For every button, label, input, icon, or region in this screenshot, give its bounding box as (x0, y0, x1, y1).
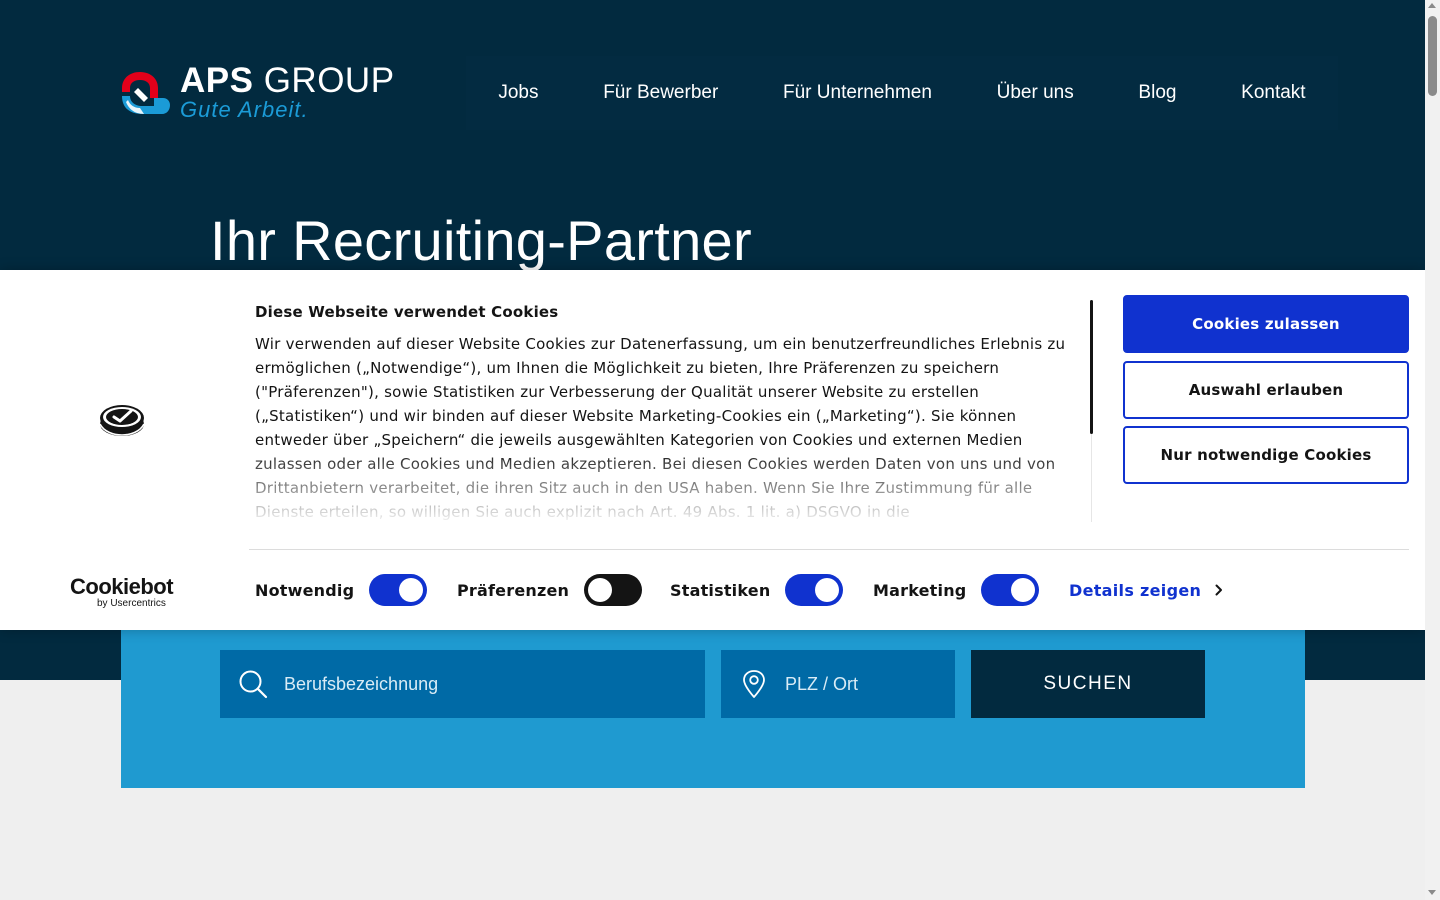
location-input[interactable] (785, 673, 955, 695)
nav-item-fuer-unternehmen[interactable]: Für Unternehmen (783, 82, 932, 104)
location-pin-icon (743, 670, 765, 698)
nav-item-jobs[interactable]: Jobs (498, 82, 538, 104)
scroll-up-arrow-icon[interactable] (1428, 3, 1436, 8)
cookie-divider (249, 549, 1409, 550)
cookie-text-scrollbar-track (1091, 434, 1092, 522)
toggle-label-marketing: Marketing (873, 580, 967, 600)
toggle-statistiken: Statistiken (670, 574, 844, 606)
nav-item-ueber-uns[interactable]: Über uns (997, 82, 1074, 104)
job-title-field (220, 650, 705, 718)
aps-logo-mark-icon (122, 72, 170, 114)
aps-logo[interactable]: APS GROUP Gute Arbeit. (118, 62, 394, 124)
cookie-banner-text: Wir verwenden auf dieser Website Cookies… (255, 335, 1066, 520)
switch-knob (1011, 578, 1036, 602)
toggle-label-praeferenzen: Präferenzen (457, 580, 570, 600)
cookiebot-logo: Cookiebot by Usercentrics (70, 574, 180, 609)
necessary-cookies-only-button[interactable]: Nur notwendige Cookies (1123, 426, 1409, 484)
switch-praeferenzen[interactable] (584, 574, 643, 606)
allow-selection-button[interactable]: Auswahl erlauben (1123, 361, 1409, 419)
location-field (721, 650, 955, 718)
switch-knob (815, 578, 840, 602)
nav-item-kontakt[interactable]: Kontakt (1241, 82, 1305, 104)
hero-title: Ihr Recruiting-Partner (210, 209, 752, 272)
toggle-label-statistiken: Statistiken (670, 580, 771, 600)
switch-statistiken[interactable] (785, 574, 844, 606)
switch-knob (588, 578, 613, 602)
cookiebot-wordmark: Cookiebot (70, 574, 174, 599)
nav-item-blog[interactable]: Blog (1138, 82, 1176, 104)
main-navigation: Jobs Für Bewerber Für Unternehmen Über u… (466, 56, 1338, 130)
allow-all-cookies-button[interactable]: Cookies zulassen (1123, 295, 1409, 353)
toggle-marketing: Marketing (873, 574, 1040, 606)
toggle-notwendig: Notwendig (255, 574, 428, 606)
cookiebot-byline: by Usercentrics (97, 598, 166, 609)
toggle-praeferenzen: Präferenzen (457, 574, 643, 606)
chevron-right-icon (1215, 584, 1223, 596)
switch-knob (399, 578, 424, 602)
show-details-label: Details zeigen (1069, 580, 1202, 600)
nav-item-fuer-bewerber[interactable]: Für Bewerber (603, 82, 718, 104)
cookie-banner-title: Diese Webseite verwendet Cookies (255, 303, 559, 321)
switch-notwendig[interactable] (369, 574, 428, 606)
show-details-link[interactable]: Details zeigen (1069, 574, 1223, 606)
cookie-consent-icon (99, 405, 145, 436)
scrollbar-thumb[interactable] (1428, 16, 1437, 96)
toggle-label-notwendig: Notwendig (255, 580, 355, 600)
cookie-consent-banner: Diese Webseite verwendet Cookies Wir ver… (0, 270, 1425, 630)
cookie-text-scrollbar[interactable] (1090, 300, 1093, 434)
search-button[interactable]: SUCHEN (971, 650, 1205, 718)
cookie-text-scroll-area[interactable]: Wir verwenden auf dieser Website Cookies… (255, 332, 1077, 520)
switch-marketing[interactable] (981, 574, 1040, 606)
job-title-input[interactable] (284, 673, 705, 695)
search-icon (239, 670, 268, 699)
window-scrollbar[interactable] (1425, 0, 1440, 900)
logo-tagline: Gute Arbeit. (180, 97, 309, 122)
logo-wordmark: APS GROUP (180, 61, 395, 100)
scroll-down-arrow-icon[interactable] (1428, 890, 1436, 895)
